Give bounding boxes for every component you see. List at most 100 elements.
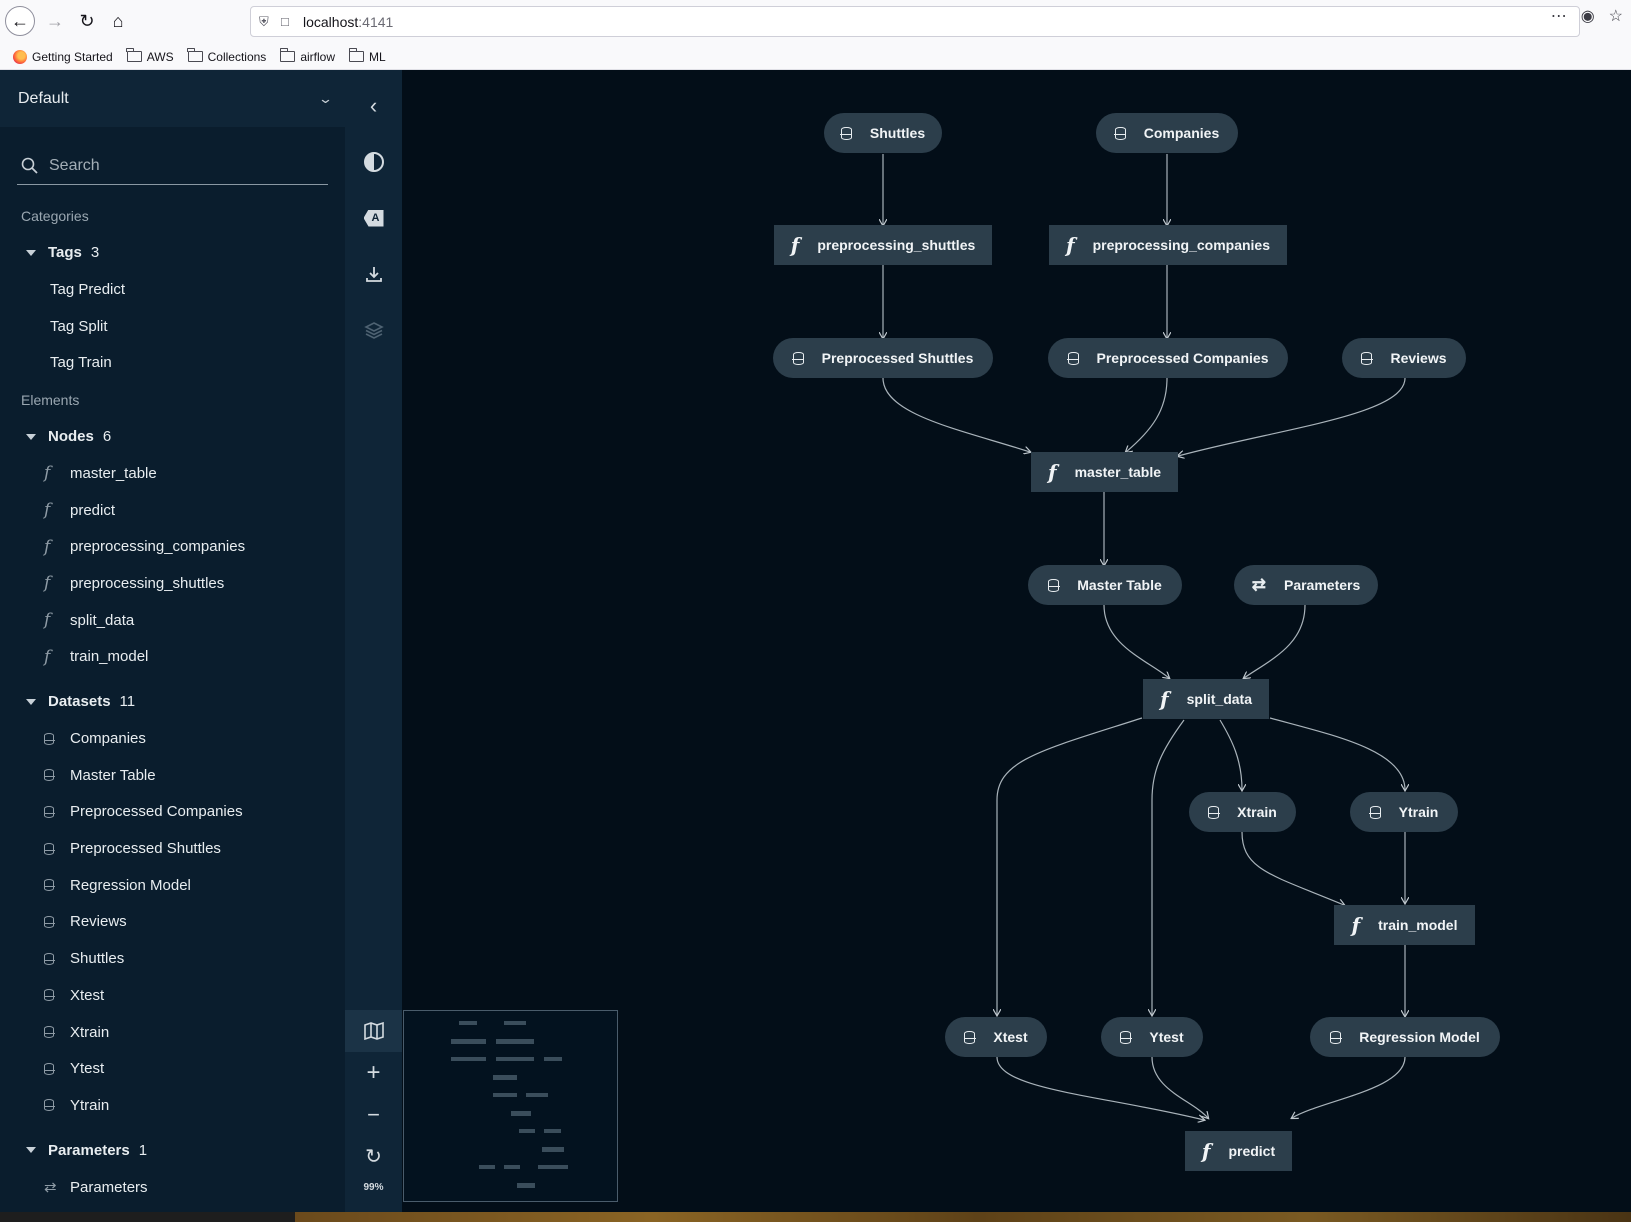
node-split-data[interactable]: f split_data [1143, 679, 1269, 719]
minimap-toggle-button[interactable] [345, 1010, 402, 1052]
dataset-item[interactable]: Ytrain [0, 1087, 345, 1124]
caret-down-icon [26, 249, 36, 256]
edge [882, 377, 1030, 452]
export-button[interactable] [345, 252, 402, 296]
pocket-icon[interactable]: ◉ [1581, 6, 1595, 26]
back-arrow-icon[interactable]: ← [5, 6, 35, 36]
database-icon [1114, 126, 1127, 140]
node-train-model[interactable]: f train_model [1334, 905, 1475, 945]
group-datasets[interactable]: Datasets 11 [0, 683, 345, 720]
database-icon [792, 351, 805, 365]
tag-item[interactable]: Tag Predict [0, 271, 345, 308]
forward-arrow-icon[interactable]: → [40, 6, 70, 36]
group-nodes[interactable]: Nodes 6 [0, 418, 345, 455]
layers-icon [363, 322, 384, 339]
node-ytrain[interactable]: Ytrain [1350, 792, 1458, 832]
node-master-table-fn[interactable]: f master_table [1031, 452, 1178, 492]
node-regression-model[interactable]: Regression Model [1310, 1017, 1500, 1057]
bookmark-airflow[interactable]: airflow [279, 48, 335, 64]
function-icon: f [1351, 913, 1361, 937]
group-tags[interactable]: Tags 3 [0, 234, 345, 271]
dataset-item[interactable]: Xtrain [0, 1014, 345, 1051]
dataset-item[interactable]: Reviews [0, 904, 345, 941]
node-preprocessing-companies[interactable]: f preprocessing_companies [1049, 225, 1287, 265]
function-icon: f [1048, 460, 1057, 484]
page-icon: □ [281, 14, 289, 29]
search-input[interactable] [49, 156, 309, 175]
node-item[interactable]: f preprocessing_companies [0, 528, 345, 565]
shield-icon[interactable]: ⛨ [259, 14, 281, 30]
node-master-table[interactable]: Master Table [1028, 565, 1182, 605]
bookmark-getting-started[interactable]: Getting Started [13, 49, 113, 64]
node-item[interactable]: f split_data [0, 602, 345, 639]
search-box [17, 147, 328, 185]
database-icon [1360, 351, 1373, 365]
dataset-item[interactable]: Ytest [0, 1050, 345, 1087]
node-ytest[interactable]: Ytest [1101, 1017, 1203, 1057]
more-icon[interactable]: ⋯ [1551, 6, 1567, 26]
node-item[interactable]: f train_model [0, 639, 345, 676]
zoom-out-button[interactable]: − [345, 1093, 402, 1137]
node-item[interactable]: f master_table [0, 455, 345, 492]
dataset-item[interactable]: Preprocessed Companies [0, 794, 345, 831]
function-icon: f [44, 610, 51, 631]
dataset-item[interactable]: Companies [0, 720, 345, 757]
bookmark-ml[interactable]: ML [348, 48, 386, 64]
dataset-item[interactable]: Shuttles [0, 940, 345, 977]
dataset-item[interactable]: Xtest [0, 977, 345, 1014]
function-icon: f [44, 536, 51, 557]
star-icon[interactable]: ☆ [1609, 6, 1623, 26]
database-icon [43, 842, 55, 855]
database-icon [43, 732, 55, 745]
database-icon [963, 1030, 976, 1044]
toggle-labels-button[interactable]: A [345, 196, 402, 240]
toolbar: ‹ A + − ↻ 99% [345, 70, 402, 1222]
collapse-sidebar-button[interactable]: ‹ [345, 84, 402, 128]
home-icon[interactable]: ⌂ [103, 6, 133, 36]
function-icon: f [44, 500, 51, 521]
dataset-item[interactable]: Master Table [0, 757, 345, 794]
edge [1292, 1056, 1406, 1118]
minimap[interactable] [403, 1010, 618, 1202]
node-preprocessing-shuttles[interactable]: f preprocessing_shuttles [774, 225, 992, 265]
node-item[interactable]: f predict [0, 492, 345, 529]
minus-icon: − [367, 1102, 380, 1127]
url-bar[interactable]: ⛨ □ localhost:4141 [250, 6, 1580, 37]
tag-item[interactable]: Tag Split [0, 308, 345, 345]
node-parameters[interactable]: ⇄ Parameters [1234, 565, 1378, 605]
database-icon [43, 915, 55, 928]
node-preprocessed-companies[interactable]: Preprocessed Companies [1048, 338, 1288, 378]
database-icon [1119, 1030, 1132, 1044]
node-shuttles[interactable]: Shuttles [824, 113, 942, 153]
reload-icon[interactable]: ↻ [72, 6, 102, 36]
dataset-item[interactable]: Regression Model [0, 867, 345, 904]
bookmark-aws[interactable]: AWS [126, 48, 174, 64]
reset-zoom-button[interactable]: ↻ [345, 1134, 402, 1178]
node-predict[interactable]: f predict [1185, 1131, 1292, 1171]
group-parameters[interactable]: Parameters 1 [0, 1132, 345, 1169]
node-reviews[interactable]: Reviews [1342, 338, 1466, 378]
parameter-item[interactable]: ⇄ Parameters [0, 1169, 345, 1206]
folder-icon [279, 48, 296, 62]
zoom-in-button[interactable]: + [345, 1051, 402, 1095]
tag-item[interactable]: Tag Train [0, 344, 345, 381]
node-xtest[interactable]: Xtest [945, 1017, 1047, 1057]
database-icon [43, 1026, 55, 1039]
node-companies[interactable]: Companies [1096, 113, 1238, 153]
function-icon: f [1065, 233, 1075, 257]
group-count: 6 [102, 428, 112, 446]
theme-toggle-button[interactable] [345, 140, 402, 184]
node-item[interactable]: f preprocessing_shuttles [0, 565, 345, 602]
database-icon [1369, 805, 1382, 819]
bookmark-collections[interactable]: Collections [187, 48, 266, 64]
layers-button[interactable] [345, 308, 402, 352]
node-xtrain[interactable]: Xtrain [1189, 792, 1296, 832]
node-preprocessed-shuttles[interactable]: Preprocessed Shuttles [773, 338, 993, 378]
function-icon: f [790, 233, 800, 257]
pipeline-select[interactable]: Default ⌄ [0, 70, 345, 127]
function-icon: f [44, 573, 51, 594]
group-count: 3 [90, 244, 100, 261]
database-icon [1329, 1030, 1342, 1044]
function-icon: f [1160, 687, 1169, 711]
dataset-item[interactable]: Preprocessed Shuttles [0, 830, 345, 867]
